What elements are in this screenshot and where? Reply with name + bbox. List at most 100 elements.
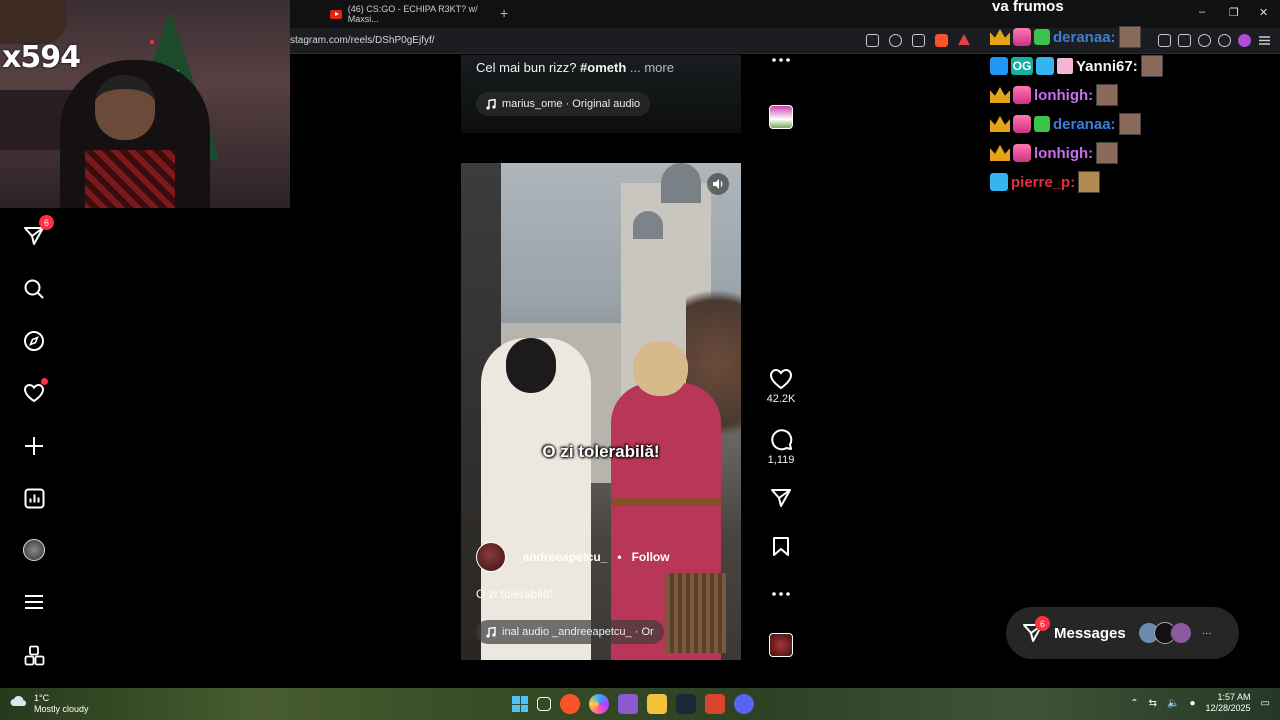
nav-direct[interactable]: 6 <box>20 215 54 250</box>
reel-caption: O zi tolerabilă! <box>476 587 553 601</box>
weather-widget[interactable]: 1°C Mostly cloudy <box>10 693 89 715</box>
og-badge-icon: OG <box>1011 57 1033 75</box>
browser-tab[interactable]: (46) CS:GO - ECHIPA R3KT? w/ Maxsi... <box>330 4 496 24</box>
taskbar-apps <box>512 694 754 714</box>
chat-emote <box>1118 26 1141 48</box>
chat-avatar[interactable] <box>1169 622 1192 644</box>
steam-icon[interactable] <box>676 694 696 714</box>
nav-profile[interactable] <box>20 536 48 564</box>
gift-badge-icon <box>1034 116 1050 132</box>
task-view-icon[interactable] <box>537 697 551 711</box>
webcam-face-overlay <box>0 0 66 44</box>
more-chats[interactable]: ··· <box>1202 628 1212 639</box>
webcam-tag: x594 <box>2 40 81 75</box>
chat-emote <box>1118 113 1141 135</box>
recent-chat-avatars <box>1137 622 1192 644</box>
instagram-sidebar: 6 <box>0 208 68 688</box>
author-row: _andreeapetcu_ • Follow <box>476 542 670 572</box>
clock-time: 1:57 AM <box>1217 692 1251 702</box>
url-field[interactable]: stagram.com/reels/DShP0gEjfyf/ <box>290 35 435 46</box>
crown-badge-icon <box>990 116 1010 132</box>
nav-search[interactable] <box>20 275 48 303</box>
reel-audio[interactable]: inal audio _andreeapetcu_ · Or <box>476 620 664 644</box>
reader-mode-icon[interactable] <box>866 34 879 47</box>
volume-button[interactable] <box>707 173 729 195</box>
music-note-icon <box>486 626 496 638</box>
brave-icon[interactable] <box>705 694 725 714</box>
notification-icon[interactable]: ▭ <box>1261 698 1270 709</box>
weather-temperature: 1°C <box>34 693 50 703</box>
save-button[interactable] <box>760 536 802 557</box>
video-person-left-head <box>506 338 556 393</box>
brave-rewards-icon[interactable] <box>958 34 970 45</box>
network-icon[interactable]: ⇆ <box>1149 698 1157 709</box>
send-icon <box>771 489 791 507</box>
speaker-icon <box>713 179 723 189</box>
gift-badge-icon <box>1034 29 1050 45</box>
music-note-icon <box>486 98 496 110</box>
audio-label: inal audio _andreeapetcu_ · Or <box>502 626 654 638</box>
chat-emote <box>1078 171 1101 193</box>
more-link[interactable]: ... more <box>630 60 674 75</box>
reel-video[interactable] <box>461 163 741 660</box>
chat-username: pierre_p: <box>1011 173 1076 191</box>
reel-more-button[interactable] <box>760 592 802 596</box>
nav-explore[interactable] <box>20 327 48 355</box>
caption-text: Cel mai bun rizz? <box>476 60 581 75</box>
app-icon[interactable] <box>618 694 638 714</box>
chat-username: Yanni67: <box>1076 57 1138 75</box>
moderator-badge-icon <box>990 57 1008 75</box>
follow-button[interactable]: Follow <box>632 550 670 564</box>
previous-audio-thumbnail[interactable] <box>769 105 793 129</box>
weather-condition: Mostly cloudy <box>34 704 89 714</box>
share-icon[interactable] <box>912 34 925 47</box>
reel-audio-thumbnail[interactable] <box>769 633 793 657</box>
share-button[interactable] <box>760 488 802 508</box>
author-username[interactable]: _andreeapetcu_ <box>516 550 607 564</box>
direct-send-icon <box>24 227 44 245</box>
volume-icon[interactable]: 🔈 <box>1167 698 1179 709</box>
nav-more[interactable] <box>20 588 48 616</box>
cloud-icon <box>10 696 27 706</box>
author-avatar[interactable] <box>476 542 506 572</box>
previous-reel-audio[interactable]: marius_ome · Original audio <box>476 92 651 116</box>
notification-dot <box>41 378 48 385</box>
chat-line: deranaa: <box>990 113 1141 135</box>
notification-badge: 6 <box>1035 616 1050 631</box>
hashtag-link[interactable]: #ometh <box>580 60 626 75</box>
brave-browser-icon[interactable] <box>560 694 580 714</box>
clock[interactable]: 1:57 AM 12/28/2025 <box>1206 692 1251 714</box>
chat-emote <box>1096 142 1119 164</box>
nav-create[interactable] <box>20 432 48 460</box>
brave-shield-icon[interactable] <box>935 34 948 47</box>
video-person-right-head <box>633 341 688 396</box>
sub-badge-icon <box>1013 115 1031 133</box>
nav-also-from-meta[interactable] <box>20 641 48 669</box>
bookmark-icon <box>773 537 789 556</box>
nav-notifications[interactable] <box>20 378 48 407</box>
video-handbag <box>666 573 726 653</box>
previous-more-button[interactable] <box>760 58 802 62</box>
chat-username: lonhigh: <box>1034 144 1094 162</box>
microphone-icon[interactable]: ● <box>1189 698 1195 709</box>
chevron-up-icon[interactable]: ⌃ <box>1130 698 1138 709</box>
messages-bar[interactable]: 6 Messages ··· <box>1006 607 1239 659</box>
comment-button[interactable]: 1,119 <box>760 428 802 466</box>
chat-username: lonhigh: <box>1034 86 1094 104</box>
like-button[interactable]: 42.2K <box>760 368 802 405</box>
discord-icon[interactable] <box>734 694 754 714</box>
file-explorer-icon[interactable] <box>647 694 667 714</box>
sub-badge-icon <box>1036 57 1054 75</box>
audio-label: marius_ome · Original audio <box>502 98 641 110</box>
video-scene-dome <box>633 211 663 239</box>
chat-username: deranaa: <box>1053 28 1116 46</box>
new-tab-button[interactable]: + <box>500 5 508 21</box>
dashboard-chart-icon <box>24 488 44 508</box>
copilot-icon[interactable] <box>589 694 609 714</box>
previous-reel-caption: Cel mai bun rizz? #ometh ... more <box>476 60 674 75</box>
zoom-icon[interactable] <box>889 34 902 47</box>
comment-count: 1,119 <box>767 454 795 466</box>
clock-date: 12/28/2025 <box>1205 703 1251 713</box>
windows-start-icon[interactable] <box>512 696 528 712</box>
nav-dashboard[interactable] <box>20 484 48 512</box>
